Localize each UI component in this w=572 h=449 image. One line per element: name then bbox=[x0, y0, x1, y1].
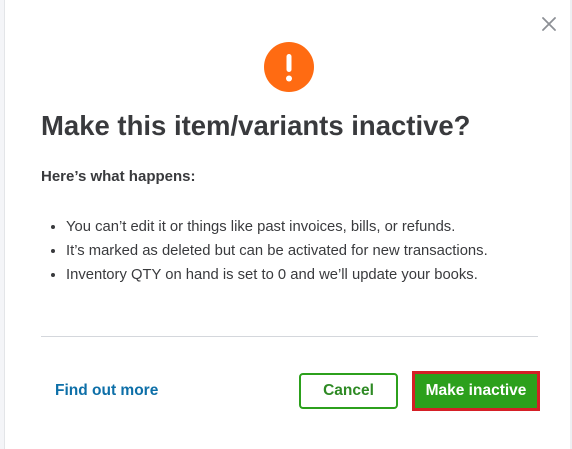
close-button[interactable] bbox=[538, 13, 560, 35]
find-out-more-link[interactable]: Find out more bbox=[55, 382, 158, 400]
dialog-title: Make this item/variants inactive? bbox=[41, 110, 471, 141]
cancel-button[interactable]: Cancel bbox=[299, 373, 398, 409]
list-item: You can’t edit it or things like past in… bbox=[66, 215, 488, 239]
list-item: It’s marked as deleted but can be activa… bbox=[66, 239, 488, 263]
close-icon bbox=[542, 17, 556, 31]
footer-divider bbox=[41, 336, 538, 337]
inactive-confirmation-dialog: Make this item/variants inactive? Here’s… bbox=[5, 0, 570, 449]
dialog-subtitle: Here’s what happens: bbox=[41, 168, 196, 185]
consequences-list: You can’t edit it or things like past in… bbox=[41, 215, 488, 287]
make-inactive-button[interactable]: Make inactive bbox=[412, 371, 540, 411]
list-item: Inventory QTY on hand is set to 0 and we… bbox=[66, 263, 488, 287]
exclamation-icon bbox=[264, 42, 314, 92]
